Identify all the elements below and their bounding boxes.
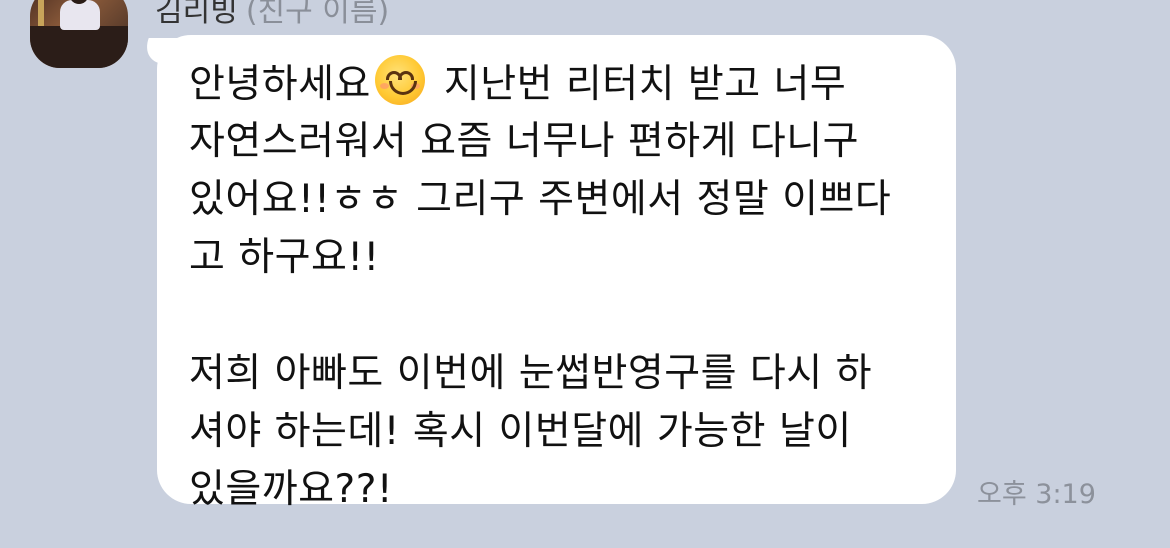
message-line-3: 있어요!!ㅎㅎ 그리구 주변에서 정말 이쁘다 [189, 177, 892, 222]
message-line-1-end: 지난번 리터치 받고 너무 [443, 62, 847, 107]
message-line-7: 있을까요??! [189, 467, 394, 512]
avatar[interactable] [30, 0, 128, 68]
message-text: 안녕하세요 지난번 리터치 받고 너무 자연스러워서 요즘 너무나 편하게 다니… [189, 55, 936, 519]
smiling-face-icon [374, 55, 425, 105]
sender-name-row: 김리빙 (친구 이름) [155, 0, 389, 30]
message-line-1: 안녕하세요 지난번 리터치 받고 너무 [189, 55, 936, 113]
message-bubble[interactable]: 안녕하세요 지난번 리터치 받고 너무 자연스러워서 요즘 너무나 편하게 다니… [157, 35, 956, 512]
message-line-5: 저희 아빠도 이번에 눈썹반영구를 다시 하 [189, 351, 872, 396]
avatar-figure [60, 0, 100, 30]
avatar-lamp [38, 0, 44, 26]
message-line-1-start: 안녕하세요 [189, 62, 371, 107]
message-timestamp: 오후 3:19 [977, 479, 1096, 510]
sender-name: 김리빙 [155, 0, 238, 29]
message-line-6: 셔야 하는데! 혹시 이번달에 가능한 날이 [189, 409, 852, 454]
sender-subtitle: (친구 이름) [245, 0, 390, 29]
message-line-2: 자연스러워서 요즘 너무나 편하게 다니구 [189, 119, 860, 164]
avatar-desk [30, 26, 128, 68]
message-line-4: 고 하구요!! [189, 235, 380, 280]
